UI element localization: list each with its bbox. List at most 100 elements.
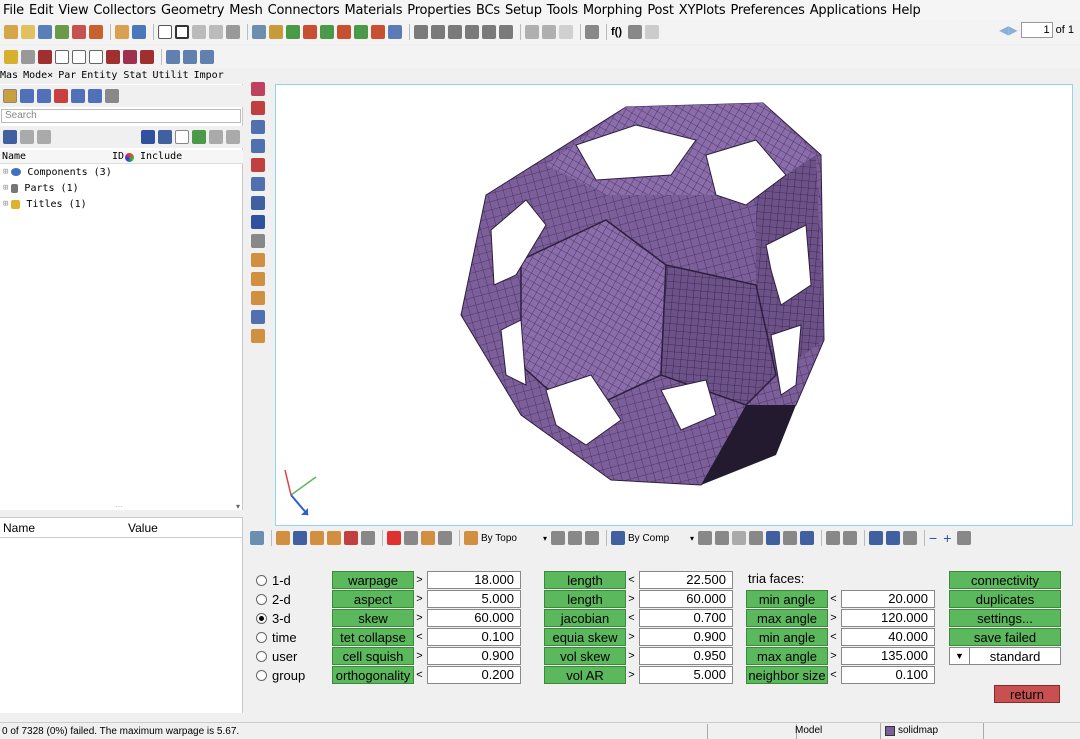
radio-3-d[interactable]: 3-d xyxy=(256,609,291,627)
save-icon[interactable] xyxy=(38,25,52,39)
element-icon[interactable] xyxy=(106,50,120,64)
threshold-input[interactable]: 20.000 xyxy=(841,590,935,608)
criterion-button-min-angle[interactable]: min angle xyxy=(746,628,828,646)
pen-icon[interactable] xyxy=(4,50,18,64)
sum-icon[interactable] xyxy=(166,50,180,64)
export-icon[interactable] xyxy=(72,25,86,39)
action-button-connectivity[interactable]: connectivity xyxy=(949,571,1061,589)
isolate-icon[interactable] xyxy=(54,89,68,103)
criterion-button-vol-skew[interactable]: vol skew xyxy=(544,647,626,665)
criterion-button-aspect[interactable]: aspect xyxy=(332,590,414,608)
tool-icon-6[interactable] xyxy=(250,177,265,191)
tree-item-parts[interactable]: ⊞ Parts (1) xyxy=(3,180,241,196)
vt-icon-19[interactable] xyxy=(783,531,798,545)
select-icon[interactable] xyxy=(4,25,18,39)
doc-icon[interactable] xyxy=(200,50,214,64)
vt-icon-4[interactable] xyxy=(310,531,324,545)
radio-time[interactable]: time xyxy=(256,628,297,646)
sum2-icon[interactable] xyxy=(183,50,197,64)
radio-1-d[interactable]: 1-d xyxy=(256,571,291,589)
tool-icon-7[interactable] xyxy=(250,196,265,210)
line-icon[interactable] xyxy=(21,50,35,64)
tool-icon-11[interactable] xyxy=(250,272,265,286)
vt-icon-12[interactable] xyxy=(568,531,583,545)
view-back-icon[interactable] xyxy=(337,25,351,39)
threshold-input[interactable]: 40.000 xyxy=(841,628,935,646)
vt-icon-9[interactable] xyxy=(421,531,435,545)
criterion-button-warpage[interactable]: warpage xyxy=(332,571,414,589)
element2-icon[interactable] xyxy=(123,50,137,64)
view-top-icon[interactable] xyxy=(354,25,368,39)
center-icon[interactable] xyxy=(499,25,513,39)
threshold-input[interactable]: 0.900 xyxy=(427,647,521,665)
tab-import[interactable]: Impor xyxy=(194,70,224,84)
vt-icon-18[interactable] xyxy=(766,531,781,545)
cube-icon[interactable] xyxy=(55,50,69,64)
pan-icon[interactable] xyxy=(465,25,479,39)
plus-icon[interactable]: + xyxy=(943,530,951,546)
tool-icon-1[interactable] xyxy=(250,82,265,96)
tool-icon-5[interactable] xyxy=(250,158,265,172)
minus-icon[interactable]: − xyxy=(929,530,937,546)
vt-icon-13[interactable] xyxy=(585,531,600,545)
user-icon[interactable] xyxy=(115,25,129,39)
tree-item-titles[interactable]: ⊞ Titles (1) xyxy=(3,196,241,212)
threshold-input[interactable]: 60.000 xyxy=(639,590,733,608)
tree-item-components[interactable]: ⊞ Components (3) xyxy=(3,164,241,180)
export-solver-icon[interactable] xyxy=(89,25,103,39)
prev-page-icon[interactable]: ◀▶ xyxy=(999,23,1017,37)
window-icon[interactable] xyxy=(158,25,172,39)
vt-icon-3[interactable] xyxy=(293,531,307,545)
return-button[interactable]: return xyxy=(994,685,1060,703)
vt-icon-2[interactable] xyxy=(276,531,290,545)
vt-undo-icon[interactable] xyxy=(903,531,918,545)
vt-icon-20[interactable] xyxy=(800,531,815,545)
criterion-button-max-angle[interactable]: max angle xyxy=(746,609,828,627)
tool-icon-9[interactable] xyxy=(250,234,265,248)
paste-icon[interactable] xyxy=(542,25,556,39)
cube3-icon[interactable] xyxy=(89,50,103,64)
threshold-input[interactable]: 135.000 xyxy=(841,647,935,665)
threshold-input[interactable]: 5.000 xyxy=(639,666,733,684)
layout-icon[interactable] xyxy=(192,25,206,39)
menu-applications[interactable]: Applications xyxy=(810,3,887,18)
help-icon[interactable] xyxy=(226,130,240,144)
menu-properties[interactable]: Properties xyxy=(407,3,471,18)
zoom-in-icon[interactable] xyxy=(431,25,445,39)
criterion-button-jacobian[interactable]: jacobian xyxy=(544,609,626,627)
filter-icon[interactable] xyxy=(3,89,17,103)
tool-icon-10[interactable] xyxy=(250,253,265,267)
tab-mask[interactable]: Mas xyxy=(0,70,18,84)
undo-icon[interactable] xyxy=(628,25,642,39)
radio-2-d[interactable]: 2-d xyxy=(256,590,291,608)
threshold-input[interactable]: 22.500 xyxy=(639,571,733,589)
vt-icon-15[interactable] xyxy=(715,531,730,545)
tool-icon-2[interactable] xyxy=(250,101,265,115)
cylinder-icon[interactable] xyxy=(38,50,52,64)
action-button-savefailed[interactable]: save failed xyxy=(949,628,1061,646)
prev-icon[interactable] xyxy=(869,531,884,545)
tab-utility[interactable]: Utilit xyxy=(152,70,188,84)
threshold-input[interactable]: 60.000 xyxy=(427,609,521,627)
vt-icon-23[interactable] xyxy=(957,531,972,545)
tool-icon-4[interactable] xyxy=(250,139,265,153)
threshold-input[interactable]: 0.100 xyxy=(841,666,935,684)
comp-dropdown-icon[interactable]: ▾ xyxy=(690,534,694,543)
view-icon[interactable] xyxy=(269,25,283,39)
folder-icon[interactable] xyxy=(132,25,146,39)
delete-icon[interactable] xyxy=(387,531,401,545)
view-front-icon[interactable] xyxy=(303,25,317,39)
by-comp-select[interactable]: By Comp xyxy=(628,533,690,544)
menu-morphing[interactable]: Morphing xyxy=(583,3,643,18)
vt-icon-6[interactable] xyxy=(344,531,358,545)
menu-tools[interactable]: Tools xyxy=(547,3,578,18)
radio-group[interactable]: group xyxy=(256,666,305,684)
tool-icon-13[interactable] xyxy=(250,310,265,324)
threshold-input[interactable]: 0.950 xyxy=(639,647,733,665)
vt-icon-5[interactable] xyxy=(327,531,341,545)
criterion-button-vol-AR[interactable]: vol AR xyxy=(544,666,626,684)
display-icon[interactable] xyxy=(585,25,599,39)
tool-icon-8[interactable] xyxy=(250,215,265,229)
import-icon[interactable] xyxy=(55,25,69,39)
cube2-icon[interactable] xyxy=(72,50,86,64)
